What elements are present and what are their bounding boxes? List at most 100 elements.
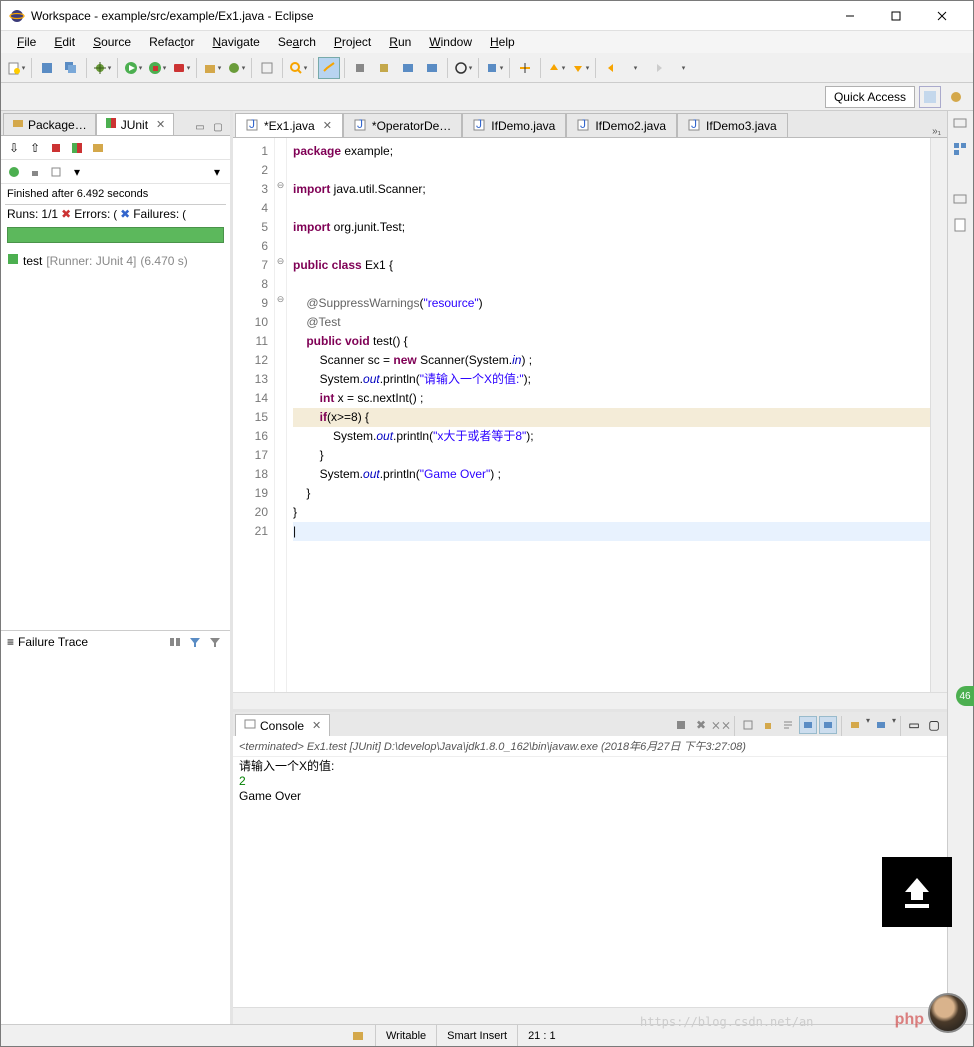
rerun-icon[interactable] — [68, 139, 86, 157]
hscrollbar[interactable] — [233, 692, 947, 709]
tb-icon-5[interactable] — [452, 57, 474, 79]
coverage-button[interactable] — [146, 57, 168, 79]
tab-junit[interactable]: JUnit ✕ — [96, 113, 175, 135]
save-button[interactable] — [36, 57, 58, 79]
editor-tab[interactable]: JIfDemo2.java — [566, 113, 677, 137]
run-last-button[interactable] — [170, 57, 192, 79]
open-type-button[interactable] — [256, 57, 278, 79]
stop-icon[interactable] — [47, 139, 65, 157]
terminate-icon[interactable] — [672, 716, 690, 734]
tb-icon-7[interactable] — [514, 57, 536, 79]
close-icon[interactable]: ✕ — [156, 118, 165, 131]
new-button[interactable] — [5, 57, 27, 79]
maximize-view-icon[interactable]: ▢ — [210, 119, 226, 135]
menu-source[interactable]: Source — [85, 33, 139, 51]
filter2-icon[interactable] — [206, 633, 224, 651]
debug-button[interactable] — [91, 57, 113, 79]
tab-package-explorer[interactable]: Package… — [3, 113, 96, 135]
tb-icon-1[interactable] — [349, 57, 371, 79]
show-console-icon[interactable] — [819, 716, 837, 734]
menu-navigate[interactable]: Navigate — [204, 33, 267, 51]
menu-edit[interactable]: Edit — [46, 33, 83, 51]
editor-tab[interactable]: J*Ex1.java✕ — [235, 113, 343, 137]
menu-help[interactable]: Help — [482, 33, 523, 51]
tb-icon-6[interactable] — [483, 57, 505, 79]
next-annotation-button[interactable] — [569, 57, 591, 79]
clear-icon[interactable] — [739, 716, 757, 734]
save-all-button[interactable] — [60, 57, 82, 79]
code-editor[interactable]: 123456789101112131415161718192021 ⊖⊖⊖ pa… — [233, 137, 947, 692]
close-button[interactable] — [919, 1, 965, 31]
avatar[interactable] — [928, 993, 968, 1033]
collapse-icon[interactable] — [47, 163, 65, 181]
vscrollbar[interactable] — [930, 138, 947, 692]
layout-icon[interactable]: ▾ — [68, 163, 86, 181]
restore2-icon[interactable] — [952, 191, 970, 209]
new-package-button[interactable] — [201, 57, 223, 79]
next-failure-icon[interactable]: ⇩ — [5, 139, 23, 157]
quick-access[interactable]: Quick Access — [825, 86, 915, 108]
lock-icon[interactable] — [26, 163, 44, 181]
tb-icon-4[interactable] — [421, 57, 443, 79]
search-button[interactable] — [287, 57, 309, 79]
menu-project[interactable]: Project — [326, 33, 379, 51]
new-class-button[interactable] — [225, 57, 247, 79]
remove-icon[interactable]: ✖ — [692, 716, 710, 734]
menu-icon[interactable]: ▾ — [208, 163, 226, 181]
compare-icon[interactable] — [166, 633, 184, 651]
close-icon[interactable]: ✕ — [312, 719, 321, 732]
menu-file[interactable]: File — [9, 33, 44, 51]
tb-icon-2[interactable] — [373, 57, 395, 79]
php-logo: php — [895, 1011, 924, 1029]
code-content[interactable]: package example;import java.util.Scanner… — [287, 138, 930, 692]
upload-fab[interactable] — [882, 857, 952, 927]
tab-console[interactable]: Console ✕ — [235, 714, 330, 736]
perspective-debug-button[interactable] — [945, 86, 967, 108]
outline-icon[interactable] — [952, 141, 970, 159]
forward-history-button[interactable] — [672, 57, 694, 79]
minimize-view-icon[interactable]: ▭ — [192, 119, 208, 135]
word-wrap-icon[interactable] — [779, 716, 797, 734]
console-hscrollbar[interactable] — [233, 1007, 947, 1024]
pin-icon[interactable] — [799, 716, 817, 734]
relaunch-icon[interactable] — [5, 163, 23, 181]
menu-refactor[interactable]: Refactor — [141, 33, 202, 51]
menu-window[interactable]: Window — [421, 33, 480, 51]
console-output[interactable]: 请输入一个X的值: 2 Game Over — [233, 757, 947, 1007]
back-button[interactable] — [600, 57, 622, 79]
remove-all-icon[interactable]: ⨯⨯ — [712, 716, 730, 734]
side-badge[interactable]: 46 — [956, 686, 974, 706]
scroll-lock-icon[interactable] — [759, 716, 777, 734]
toggle-mark-button[interactable] — [318, 57, 340, 79]
minimize-button[interactable] — [827, 1, 873, 31]
prev-annotation-button[interactable] — [545, 57, 567, 79]
back-history-button[interactable] — [624, 57, 646, 79]
status-icon[interactable] — [341, 1025, 375, 1046]
min-icon[interactable]: ▭ — [905, 716, 923, 734]
editor-tab[interactable]: J*OperatorDe… — [343, 113, 462, 137]
fold-gutter[interactable]: ⊖⊖⊖ — [275, 138, 287, 692]
prev-failure-icon[interactable]: ⇧ — [26, 139, 44, 157]
junit-toolbar-1: ⇩ ⇧ — [1, 136, 230, 160]
tb-icon-3[interactable] — [397, 57, 419, 79]
maximize-button[interactable] — [873, 1, 919, 31]
restore-icon[interactable] — [952, 115, 970, 133]
test-item[interactable]: test [Runner: JUnit 4] (6.470 s) — [7, 253, 224, 268]
tasks-icon[interactable] — [952, 217, 970, 235]
run-button[interactable] — [122, 57, 144, 79]
forward-button[interactable] — [648, 57, 670, 79]
menu-search[interactable]: Search — [270, 33, 324, 51]
tab-overflow[interactable]: »₁ — [926, 126, 947, 137]
status-insert: Smart Insert — [436, 1025, 517, 1046]
max-icon[interactable]: ▢ — [925, 716, 943, 734]
editor-tab[interactable]: JIfDemo3.java — [677, 113, 788, 137]
open-console-icon[interactable] — [846, 716, 864, 734]
close-icon[interactable]: ✕ — [323, 119, 332, 132]
editor-tab[interactable]: JIfDemo.java — [462, 113, 566, 137]
filter-icon[interactable] — [186, 633, 204, 651]
junit-tree[interactable]: test [Runner: JUnit 4] (6.470 s) — [1, 247, 230, 630]
history-icon[interactable] — [89, 139, 107, 157]
perspective-java-button[interactable] — [919, 86, 941, 108]
menu-run[interactable]: Run — [381, 33, 419, 51]
display-icon[interactable] — [872, 716, 890, 734]
